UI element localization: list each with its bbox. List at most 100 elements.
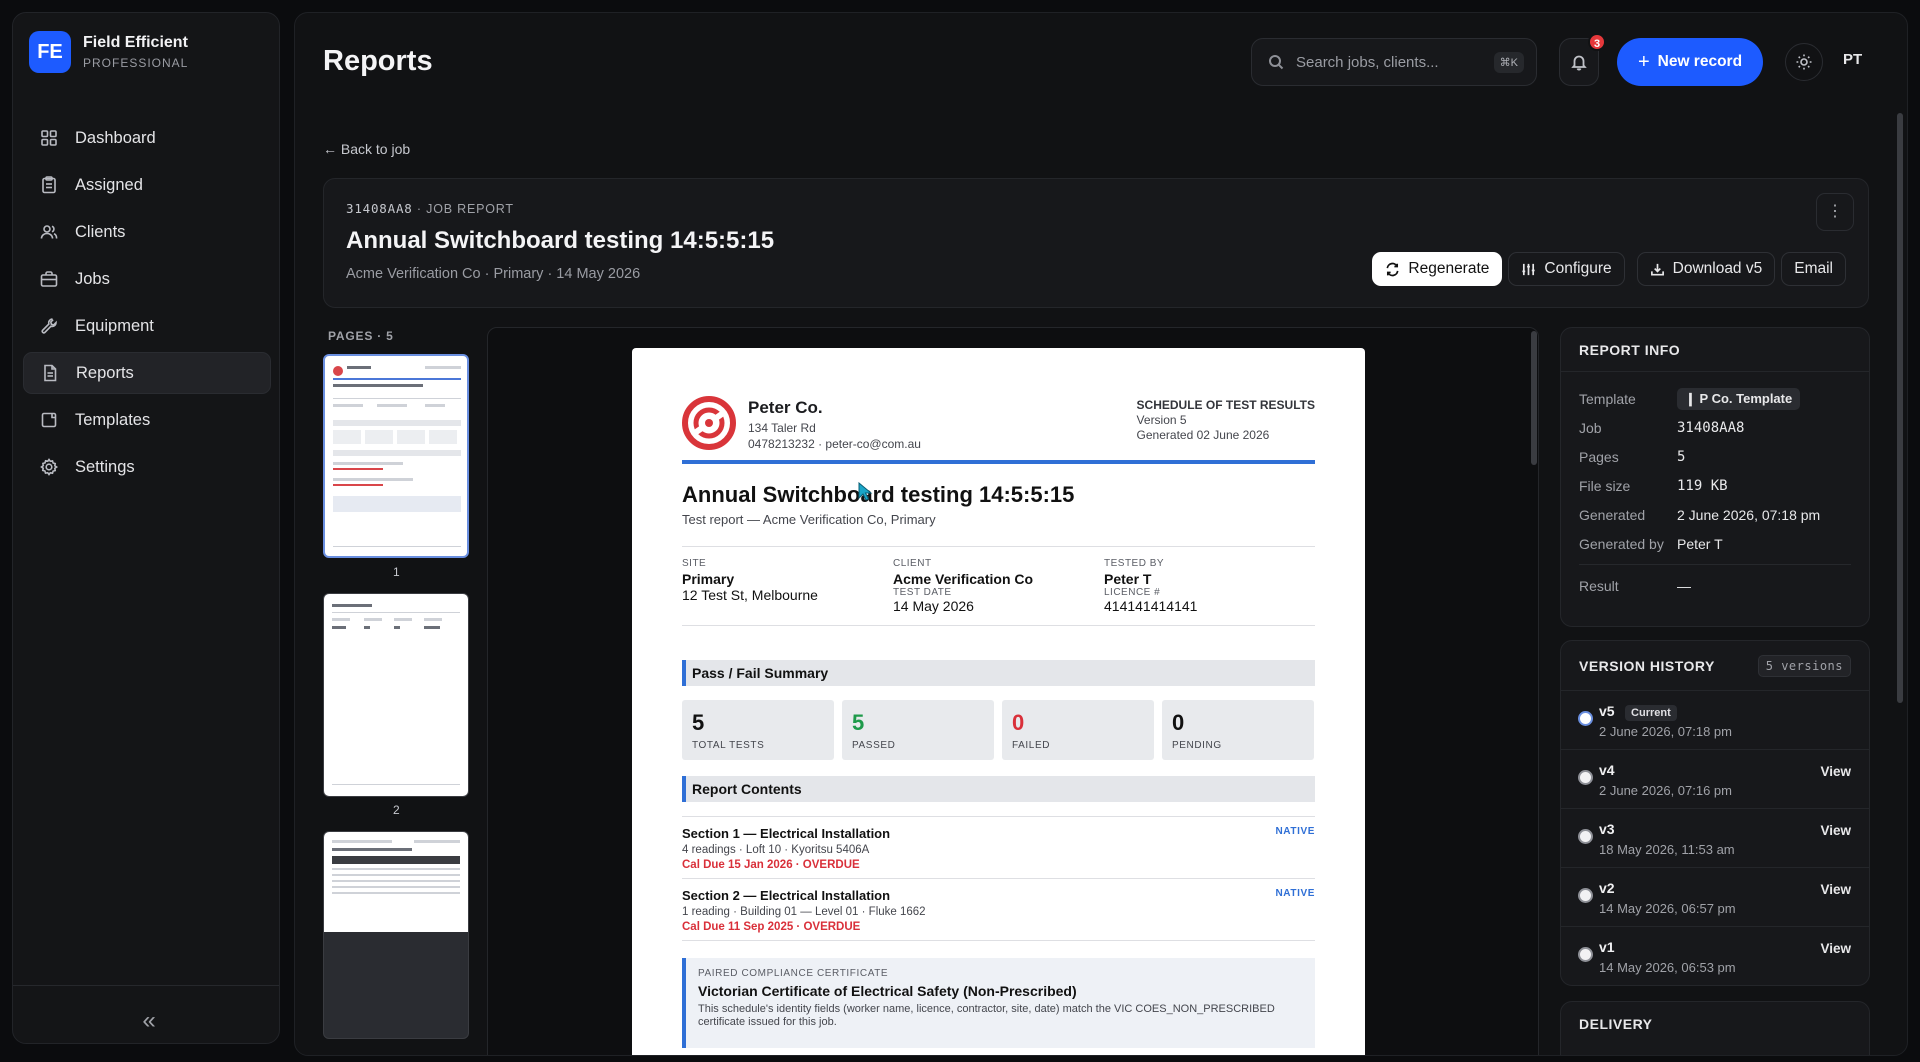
tested-by-label: TESTED BY xyxy=(1104,558,1165,569)
version-item[interactable]: v5 Current 2 June 2026, 07:18 pm xyxy=(1561,691,1869,750)
view-version-button[interactable]: View xyxy=(1820,764,1851,779)
main-scrollbar[interactable] xyxy=(1897,113,1903,703)
version-item[interactable]: v2 14 May 2026, 06:57 pm View xyxy=(1561,868,1869,927)
view-version-button[interactable]: View xyxy=(1820,882,1851,897)
sidebar-item-assigned[interactable]: Assigned xyxy=(23,164,271,206)
cert-title: Victorian Certificate of Electrical Safe… xyxy=(698,983,1077,999)
clipboard-icon xyxy=(39,175,59,195)
sidebar-item-label: Templates xyxy=(75,410,151,429)
stat-value: 5 xyxy=(692,710,705,735)
collapse-sidebar-icon[interactable]: « xyxy=(137,1009,161,1033)
sidebar-item-clients[interactable]: Clients xyxy=(23,211,271,253)
version-date: 2 June 2026, 07:16 pm xyxy=(1599,783,1732,798)
version-number: v4 xyxy=(1599,762,1615,778)
version-number: v3 xyxy=(1599,821,1615,837)
version-dot-icon xyxy=(1578,829,1593,844)
version-count: 5 versions xyxy=(1757,654,1851,677)
version-dot-icon xyxy=(1578,770,1593,785)
view-version-button[interactable]: View xyxy=(1820,941,1851,956)
info-label: File size xyxy=(1579,477,1631,494)
sidebar-item-jobs[interactable]: Jobs xyxy=(23,258,271,300)
divider xyxy=(682,878,1315,879)
job-id: 31408AA8 xyxy=(346,201,413,216)
brand-name: Field Efficient xyxy=(83,34,188,51)
info-label: Job xyxy=(1579,419,1602,436)
more-options-icon[interactable]: ⋮ xyxy=(1816,193,1854,231)
brand-tier: PROFESSIONAL xyxy=(83,56,189,70)
version-item[interactable]: v3 18 May 2026, 11:53 am View xyxy=(1561,809,1869,868)
avatar[interactable]: PT xyxy=(1843,51,1862,68)
page-thumbnail-3[interactable] xyxy=(323,831,469,1039)
preview-scrollbar[interactable] xyxy=(1531,331,1537,465)
job-actions: Regenerate Configure Download v5 Email xyxy=(1366,252,1846,286)
cert-kicker: PAIRED COMPLIANCE CERTIFICATE xyxy=(698,968,889,979)
configure-label: Configure xyxy=(1544,260,1612,277)
report-company-address: 134 Taler Rd 0478213232 · peter-co@com.a… xyxy=(748,420,921,452)
plus-icon: + xyxy=(1637,50,1650,73)
arrow-left-icon: ← xyxy=(323,141,337,157)
report-address-line: 134 Taler Rd xyxy=(748,421,816,435)
client-label: CLIENT xyxy=(893,558,932,569)
regenerate-button[interactable]: Regenerate xyxy=(1372,252,1503,286)
users-icon xyxy=(39,222,59,242)
sidebar-item-templates[interactable]: Templates xyxy=(23,399,271,441)
info-label: Result xyxy=(1579,577,1619,594)
delivery-panel: DELIVERY xyxy=(1560,1001,1870,1055)
theme-toggle[interactable] xyxy=(1785,43,1823,81)
stat-label: FAILED xyxy=(1012,740,1051,751)
wrench-icon xyxy=(39,316,59,336)
page-thumbnail-number: 2 xyxy=(393,803,400,817)
new-record-button[interactable]: + New record xyxy=(1617,38,1763,86)
test-date-label: TEST DATE xyxy=(893,587,952,598)
briefcase-icon xyxy=(39,269,59,289)
report-doc-type: SCHEDULE OF TEST RESULTS xyxy=(1136,398,1315,412)
sidebar-item-settings[interactable]: Settings xyxy=(23,446,271,488)
current-badge: Current xyxy=(1625,705,1677,721)
info-row-job: Job 31408AA8 xyxy=(1561,413,1869,442)
gear-icon xyxy=(39,457,59,477)
download-icon xyxy=(1650,263,1664,275)
report-page: Peter Co. 134 Taler Rd 0478213232 · pete… xyxy=(632,348,1365,1055)
configure-button[interactable]: Configure xyxy=(1508,252,1625,286)
sidebar-item-label: Dashboard xyxy=(75,128,156,147)
search-input[interactable]: Search jobs, clients... ⌘K xyxy=(1251,38,1537,86)
stat-value: 0 xyxy=(1172,710,1185,735)
report-info-panel: REPORT INFO Template P Co. Template Job … xyxy=(1560,327,1870,627)
template-icon xyxy=(39,410,59,430)
email-button[interactable]: Email xyxy=(1781,252,1846,286)
sidebar-item-reports[interactable]: Reports xyxy=(23,352,271,394)
template-chip[interactable]: P Co. Template xyxy=(1677,387,1801,410)
report-client: CLIENT Acme Verification Co TEST DATE 14… xyxy=(893,558,1033,614)
job-subtitle: Acme Verification Co · Primary · 14 May … xyxy=(346,266,641,282)
brand[interactable]: FE Field Efficient PROFESSIONAL xyxy=(29,31,188,73)
sidebar-item-equipment[interactable]: Equipment xyxy=(23,305,271,347)
version-number: v2 xyxy=(1599,880,1615,896)
stat-failed: 0 FAILED xyxy=(1002,700,1154,760)
info-job-id: 31408AA8 xyxy=(1677,419,1745,436)
view-version-button[interactable]: View xyxy=(1820,823,1851,838)
site-address: 12 Test St, Melbourne xyxy=(682,587,818,603)
version-item[interactable]: v4 2 June 2026, 07:16 pm View xyxy=(1561,750,1869,809)
divider xyxy=(682,625,1315,626)
divider xyxy=(682,940,1315,941)
tested-by: Peter T xyxy=(1104,571,1152,587)
page-thumbnail-1[interactable] xyxy=(323,354,469,558)
notifications-button[interactable]: 3 xyxy=(1559,33,1606,86)
grid-icon xyxy=(39,128,59,148)
version-item[interactable]: v1 14 May 2026, 06:53 pm View xyxy=(1561,927,1869,986)
version-dot-icon xyxy=(1578,947,1593,962)
stat-pending: 0 PENDING xyxy=(1162,700,1314,760)
sliders-icon xyxy=(1522,263,1535,275)
info-size: 119 KB xyxy=(1677,477,1728,494)
job-meta: 31408AA8 · JOB REPORT xyxy=(346,201,514,216)
back-link-label: Back to job xyxy=(340,141,411,157)
version-history-heading: VERSION HISTORY xyxy=(1579,657,1715,674)
page-thumbnail-2[interactable] xyxy=(323,593,469,797)
sidebar-item-label: Equipment xyxy=(75,316,154,335)
divider xyxy=(682,546,1315,547)
report-preview[interactable]: Peter Co. 134 Taler Rd 0478213232 · pete… xyxy=(487,327,1539,1055)
sidebar: FE Field Efficient PROFESSIONAL Dashboar… xyxy=(12,12,280,1044)
back-link[interactable]: ← Back to job xyxy=(323,141,410,157)
sidebar-item-dashboard[interactable]: Dashboard xyxy=(23,117,271,159)
download-button[interactable]: Download v5 xyxy=(1636,252,1776,286)
